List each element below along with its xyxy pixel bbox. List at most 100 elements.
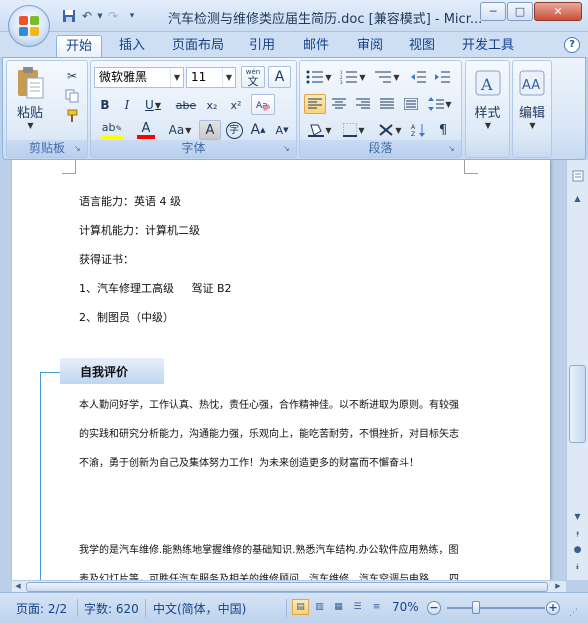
- help-icon[interactable]: ?: [564, 37, 580, 53]
- chinese-layout-icon[interactable]: ▼: [374, 120, 406, 140]
- horizontal-scrollbar[interactable]: ◀ ▶: [12, 580, 566, 592]
- font-size-dropdown-icon[interactable]: ▼: [222, 68, 235, 87]
- font-color-button[interactable]: A: [131, 120, 161, 140]
- superscript-button[interactable]: x²: [225, 95, 247, 115]
- tab-view[interactable]: 视图: [402, 35, 442, 57]
- text-highlight-button[interactable]: ab✎: [95, 120, 129, 140]
- cut-icon[interactable]: ✂: [61, 67, 83, 85]
- sort-icon[interactable]: AZ: [408, 120, 430, 140]
- paste-icon: [18, 67, 44, 99]
- phonetic-guide-button[interactable]: wén 文: [241, 66, 265, 88]
- strikethrough-button[interactable]: abe: [173, 95, 199, 115]
- close-button[interactable]: ✕: [534, 2, 582, 21]
- doc-line: 1、汽车修理工高级 驾证 B2: [79, 282, 232, 295]
- tab-page-layout[interactable]: 页面布局: [166, 35, 230, 57]
- vertical-scroll-thumb[interactable]: [569, 365, 586, 443]
- page-indicator[interactable]: 页面: 2/2: [16, 600, 67, 617]
- change-case-button[interactable]: Aa ▼: [163, 120, 197, 140]
- tab-mailings[interactable]: 邮件: [296, 35, 336, 57]
- vertical-scrollbar[interactable]: ▲ ▼ ⯭ ● ⯯: [566, 160, 588, 580]
- align-left-icon[interactable]: [304, 94, 326, 114]
- numbering-icon[interactable]: 1 2 3 ▼: [337, 67, 369, 87]
- styles-button[interactable]: A 样式 ▼: [469, 64, 506, 136]
- maximize-button[interactable]: □: [507, 2, 533, 21]
- zoom-out-icon[interactable]: −: [427, 601, 441, 615]
- font-name-combo[interactable]: 微软雅黑 ▼: [94, 67, 184, 88]
- tab-home[interactable]: 开始: [56, 35, 102, 57]
- italic-button[interactable]: I: [117, 95, 137, 115]
- full-screen-reading-icon[interactable]: ▥: [311, 599, 328, 615]
- word-count[interactable]: 字数: 620: [84, 600, 139, 617]
- shrink-font-arrow-icon: ▼: [283, 126, 289, 134]
- office-button[interactable]: [8, 5, 50, 47]
- zoom-in-icon[interactable]: +: [546, 601, 560, 615]
- enclose-characters-button[interactable]: 字: [223, 120, 245, 140]
- paragraph-dialog-launcher-icon[interactable]: ↘: [448, 144, 458, 154]
- minimize-button[interactable]: ─: [480, 2, 506, 21]
- align-right-icon[interactable]: [352, 94, 374, 114]
- draft-view-icon[interactable]: ≡: [368, 599, 385, 615]
- format-painter-icon[interactable]: [61, 107, 83, 125]
- multilevel-list-icon[interactable]: ▼: [371, 67, 403, 87]
- browse-object-icon[interactable]: ●: [569, 542, 586, 559]
- section-heading: 自我评价: [80, 365, 129, 379]
- ruler-toggle-icon[interactable]: [569, 170, 586, 187]
- editing-icon: AA: [519, 70, 545, 96]
- language-indicator[interactable]: 中文(简体，中国): [153, 600, 246, 617]
- zoom-slider-thumb[interactable]: [472, 601, 480, 614]
- clear-formatting-icon[interactable]: Aa: [251, 94, 275, 115]
- borders-icon[interactable]: ▼: [338, 120, 370, 140]
- tab-references[interactable]: 引用: [242, 35, 282, 57]
- redo-icon[interactable]: ↷: [104, 8, 122, 24]
- clipboard-dialog-launcher-icon[interactable]: ↘: [74, 144, 84, 154]
- tab-insert[interactable]: 插入: [110, 35, 154, 57]
- character-border-button[interactable]: A: [268, 66, 291, 88]
- subscript-button[interactable]: x₂: [201, 95, 223, 115]
- copy-icon[interactable]: [61, 87, 83, 105]
- zoom-slider-track[interactable]: [447, 607, 545, 609]
- resize-grip-icon[interactable]: ⋰: [569, 608, 581, 620]
- web-layout-icon[interactable]: ▦: [330, 599, 347, 615]
- align-center-icon[interactable]: [328, 94, 350, 114]
- customize-qat-icon[interactable]: ▾: [122, 8, 142, 24]
- save-icon[interactable]: [60, 8, 78, 24]
- bold-button[interactable]: B: [95, 95, 115, 115]
- scroll-up-icon[interactable]: ▲: [569, 190, 586, 207]
- font-name-dropdown-icon[interactable]: ▼: [170, 68, 183, 87]
- document-page[interactable]: 语言能力：英语 4 级 计算机能力：计算机二级 获得证书： 1、汽车修理工高级 …: [12, 160, 550, 580]
- document-area: 语言能力：英语 4 级 计算机能力：计算机二级 获得证书： 1、汽车修理工高级 …: [0, 160, 566, 580]
- next-page-icon[interactable]: ⯯: [569, 558, 586, 575]
- underline-button[interactable]: U ▼: [139, 95, 167, 115]
- bullets-icon[interactable]: ▼: [303, 67, 335, 87]
- zoom-level[interactable]: 70%: [392, 600, 419, 614]
- scroll-right-icon[interactable]: ▶: [552, 581, 564, 592]
- distributed-icon[interactable]: [400, 94, 422, 114]
- editing-button[interactable]: AA 编辑 ▼: [515, 64, 549, 136]
- shrink-font-button[interactable]: A ▼: [271, 120, 293, 140]
- outline-view-icon[interactable]: ☰: [349, 599, 366, 615]
- font-name-value: 微软雅黑: [99, 70, 148, 84]
- show-hide-marks-icon[interactable]: ¶: [432, 120, 454, 140]
- svg-text:A: A: [480, 75, 493, 94]
- shading-icon[interactable]: ▼: [304, 120, 336, 140]
- justify-icon[interactable]: [376, 94, 398, 114]
- undo-dropdown-icon[interactable]: ▼: [96, 8, 104, 24]
- scroll-down-icon[interactable]: ▼: [569, 508, 586, 525]
- font-size-combo[interactable]: 11 ▼: [186, 67, 236, 88]
- character-shading-button[interactable]: A: [199, 120, 221, 140]
- font-dialog-launcher-icon[interactable]: ↘: [283, 144, 293, 154]
- grow-font-button[interactable]: A ▲: [247, 120, 269, 140]
- scroll-left-icon[interactable]: ◀: [12, 581, 24, 592]
- horizontal-scroll-thumb[interactable]: [26, 582, 548, 592]
- previous-page-icon[interactable]: ⯭: [569, 526, 586, 543]
- ribbon-tabs: 开始 插入 页面布局 引用 邮件 审阅 视图 开发工具 ?: [0, 32, 588, 57]
- line-spacing-icon[interactable]: ▼: [424, 94, 456, 114]
- tab-review[interactable]: 审阅: [350, 35, 390, 57]
- increase-indent-icon[interactable]: [432, 67, 454, 87]
- paste-button[interactable]: 粘贴 ▼: [10, 63, 50, 133]
- styles-group: A 样式 ▼: [465, 60, 510, 158]
- decrease-indent-icon[interactable]: [408, 67, 430, 87]
- print-layout-view-icon[interactable]: ▤: [292, 599, 309, 615]
- tab-developer[interactable]: 开发工具: [456, 35, 520, 57]
- undo-icon[interactable]: ↶: [78, 8, 96, 24]
